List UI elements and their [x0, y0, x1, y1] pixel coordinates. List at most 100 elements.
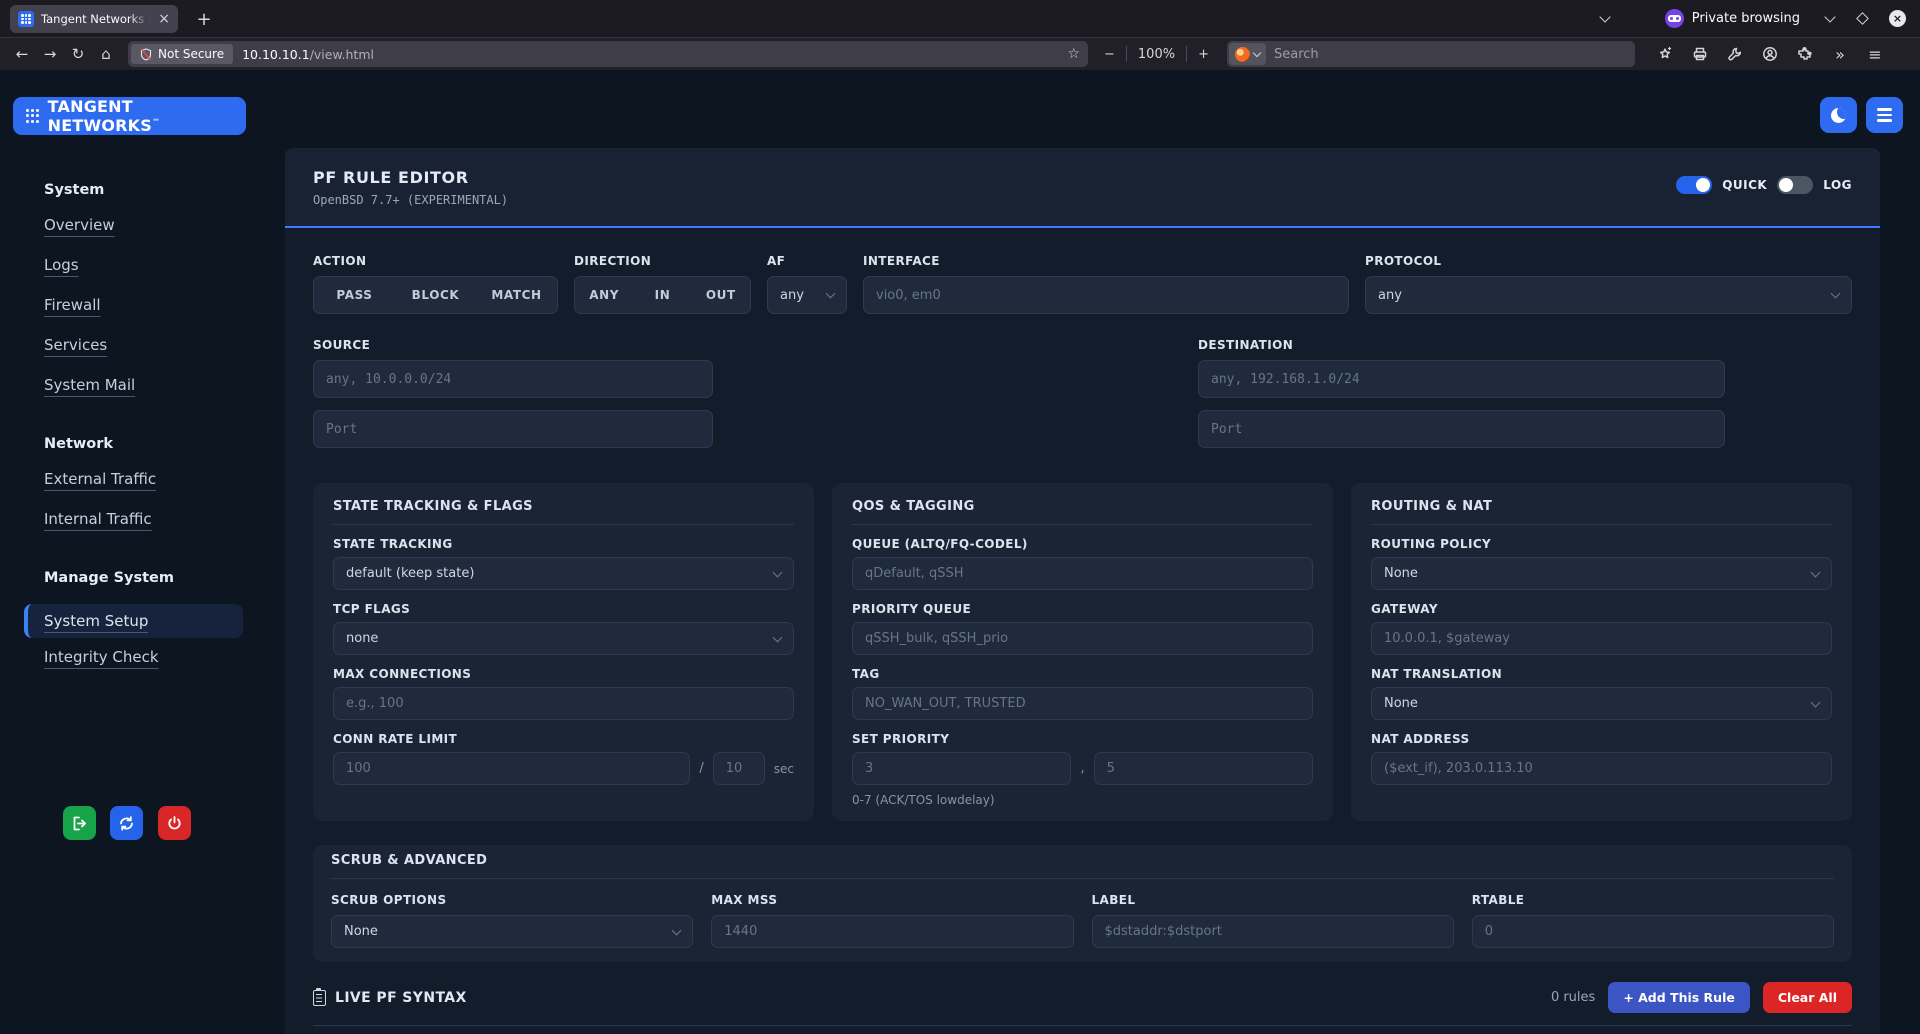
search-engine-selector[interactable]: [1229, 43, 1266, 65]
maximize-icon[interactable]: [1856, 12, 1869, 25]
sidebar-item-system-mail[interactable]: System Mail: [28, 376, 243, 394]
chevron-down-icon: [1811, 697, 1821, 707]
live-syntax-header: LIVE PF SYNTAX 0 rules + Add This Rule C…: [313, 982, 1852, 1013]
clipboard-icon: [313, 990, 326, 1006]
logout-button[interactable]: [63, 806, 96, 840]
chevron-down-icon: [773, 632, 783, 642]
forward-button[interactable]: →: [36, 41, 64, 67]
sidebar-item-overview[interactable]: Overview: [28, 216, 243, 234]
brand-grid-icon: [25, 108, 40, 124]
reload-button[interactable]: ↻: [64, 41, 92, 67]
queue-input[interactable]: [852, 557, 1313, 590]
url-bar[interactable]: Not Secure 10.10.10.1/view.html ☆: [128, 41, 1088, 67]
direction-in-option[interactable]: IN: [633, 288, 691, 302]
account-icon[interactable]: [1756, 41, 1784, 67]
nat-address-input[interactable]: [1371, 752, 1832, 785]
conn-rate-seconds-input[interactable]: [713, 752, 765, 785]
search-bar[interactable]: Search: [1227, 41, 1635, 67]
tag-label: TAG: [852, 667, 1313, 681]
save-page-icon[interactable]: [1651, 41, 1679, 67]
queue-label: QUEUE (ALTQ/FQ-CODEL): [852, 537, 1313, 551]
theme-toggle-button[interactable]: [1820, 97, 1857, 133]
conn-rate-count-input[interactable]: [333, 752, 690, 785]
browser-toolbar: ← → ↻ ⌂ Not Secure 10.10.10.1/view.html …: [0, 37, 1920, 70]
conn-rate-label: CONN RATE LIMIT: [333, 732, 794, 746]
action-match-option[interactable]: MATCH: [476, 288, 557, 302]
zoom-level[interactable]: 100%: [1138, 47, 1175, 62]
print-icon[interactable]: [1686, 41, 1714, 67]
app-root: TANGENT NETWORKS™ System Overview Logs F…: [0, 70, 1920, 1034]
chevron-down-icon: [672, 925, 682, 935]
action-block-option[interactable]: BLOCK: [395, 288, 476, 302]
bookmark-star-icon[interactable]: ☆: [1067, 46, 1080, 62]
sidebar-item-internal-traffic[interactable]: Internal Traffic: [28, 510, 243, 528]
af-select[interactable]: any: [767, 276, 847, 314]
menu-button[interactable]: [1866, 97, 1903, 133]
home-button[interactable]: ⌂: [92, 41, 120, 67]
action-segmented-control: PASS BLOCK MATCH: [313, 276, 558, 314]
tag-input[interactable]: [852, 687, 1313, 720]
source-address-input[interactable]: [313, 360, 713, 398]
browser-tab[interactable]: Tangent Networks | Web in ×: [10, 5, 178, 33]
direction-out-option[interactable]: OUT: [692, 288, 750, 302]
destination-group: DESTINATION: [1198, 338, 1725, 460]
destination-port-input[interactable]: [1198, 410, 1725, 448]
list-tabs-icon[interactable]: [1599, 11, 1610, 22]
rtable-input[interactable]: [1472, 915, 1834, 948]
editor-toggles: QUICK LOG: [1676, 176, 1852, 194]
priority-ack-input[interactable]: [1094, 752, 1313, 785]
extensions-puzzle-icon[interactable]: [1791, 41, 1819, 67]
protocol-select[interactable]: any: [1365, 276, 1852, 314]
security-chip[interactable]: Not Secure: [131, 44, 233, 64]
state-tracking-select[interactable]: default (keep state): [333, 557, 794, 590]
nat-translation-select[interactable]: None: [1371, 687, 1832, 720]
shutdown-button[interactable]: [158, 806, 191, 840]
sidebar-item-firewall[interactable]: Firewall: [28, 296, 243, 314]
brand-name: TANGENT NETWORKS™: [48, 97, 234, 135]
sidebar-item-external-traffic[interactable]: External Traffic: [28, 470, 243, 488]
routing-policy-select[interactable]: None: [1371, 557, 1832, 590]
scrub-options-select[interactable]: None: [331, 915, 693, 948]
tcp-flags-select[interactable]: none: [333, 622, 794, 655]
source-port-input[interactable]: [313, 410, 713, 448]
max-mss-input[interactable]: [711, 915, 1073, 948]
interface-input[interactable]: [863, 276, 1349, 314]
add-rule-button[interactable]: + Add This Rule: [1608, 982, 1750, 1013]
zoom-out-button[interactable]: −: [1104, 47, 1115, 62]
sidebar-item-integrity-check[interactable]: Integrity Check: [28, 648, 243, 666]
window-close-icon[interactable]: ×: [1889, 10, 1906, 27]
quick-toggle[interactable]: [1676, 176, 1712, 194]
back-button[interactable]: ←: [8, 41, 36, 67]
action-pass-option[interactable]: PASS: [314, 288, 395, 302]
af-value: any: [780, 288, 804, 303]
rules-count: 0 rules: [1551, 990, 1595, 1005]
minimize-icon[interactable]: [1824, 11, 1835, 22]
tools-wrench-icon[interactable]: [1721, 41, 1749, 67]
editor-body: ACTION PASS BLOCK MATCH DIRECTION ANY IN…: [285, 228, 1880, 1034]
chevron-down-icon: [1811, 567, 1821, 577]
direction-any-option[interactable]: ANY: [575, 288, 633, 302]
more-tools-icon[interactable]: »: [1826, 41, 1854, 67]
app-menu-icon[interactable]: ≡: [1861, 41, 1889, 67]
priority-main-input[interactable]: [852, 752, 1071, 785]
destination-address-input[interactable]: [1198, 360, 1725, 398]
set-priority-label: SET PRIORITY: [852, 732, 1313, 746]
af-group: AF any: [767, 254, 847, 314]
restart-button[interactable]: [110, 806, 143, 840]
brand-logo[interactable]: TANGENT NETWORKS™: [13, 97, 246, 135]
action-label: ACTION: [313, 254, 558, 268]
sidebar-item-logs[interactable]: Logs: [28, 256, 243, 274]
state-tracking-card: STATE TRACKING & FLAGS STATE TRACKING de…: [313, 483, 814, 821]
log-toggle[interactable]: [1777, 176, 1813, 194]
rule-label-input[interactable]: [1092, 915, 1454, 948]
priority-queue-input[interactable]: [852, 622, 1313, 655]
clear-all-button[interactable]: Clear All: [1763, 982, 1852, 1013]
zoom-in-button[interactable]: +: [1198, 47, 1209, 62]
gateway-input[interactable]: [1371, 622, 1832, 655]
sidebar-item-system-setup[interactable]: System Setup: [24, 604, 243, 638]
sidebar-item-services[interactable]: Services: [28, 336, 243, 354]
tab-close-icon[interactable]: ×: [158, 12, 170, 26]
new-tab-button[interactable]: +: [190, 5, 218, 33]
max-connections-input[interactable]: [333, 687, 794, 720]
state-card-title: STATE TRACKING & FLAGS: [333, 499, 794, 514]
